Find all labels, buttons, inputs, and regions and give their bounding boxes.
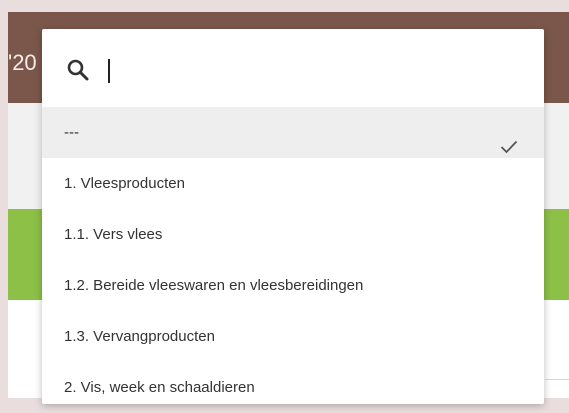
dropdown-option-label: --- xyxy=(64,124,79,141)
check-icon xyxy=(500,124,518,154)
dropdown-option-label: 1.3. Vervangproducten xyxy=(64,328,215,345)
dropdown-option-label: 1.2. Bereide vleeswaren en vleesbereidin… xyxy=(64,277,364,294)
text-caret xyxy=(108,59,110,83)
dropdown-search-row xyxy=(42,29,544,107)
search-icon xyxy=(66,58,90,82)
page-header-title: '20 xyxy=(8,50,37,75)
dropdown-option[interactable]: 1.2. Bereide vleeswaren en vleesbereidin… xyxy=(42,260,544,311)
dropdown-option[interactable]: 1.1. Vers vlees xyxy=(42,209,544,260)
dropdown-option[interactable]: 1. Vleesproducten xyxy=(42,158,544,209)
dropdown-option[interactable]: 1.3. Vervangproducten xyxy=(42,311,544,362)
divider xyxy=(545,379,569,380)
select-dropdown: --- 1. Vleesproducten 1.1. Vers vlees 1.… xyxy=(42,29,544,404)
dropdown-option[interactable]: --- xyxy=(42,107,544,158)
dropdown-option-label: 2. Vis, week en schaaldieren xyxy=(64,379,255,396)
dropdown-search-input[interactable] xyxy=(104,55,524,85)
dropdown-option-label: 1.1. Vers vlees xyxy=(64,226,163,243)
dropdown-option-label: 1. Vleesproducten xyxy=(64,175,185,192)
dropdown-options-list: --- 1. Vleesproducten 1.1. Vers vlees 1.… xyxy=(42,107,544,413)
dropdown-option[interactable]: 2. Vis, week en schaaldieren xyxy=(42,362,544,413)
